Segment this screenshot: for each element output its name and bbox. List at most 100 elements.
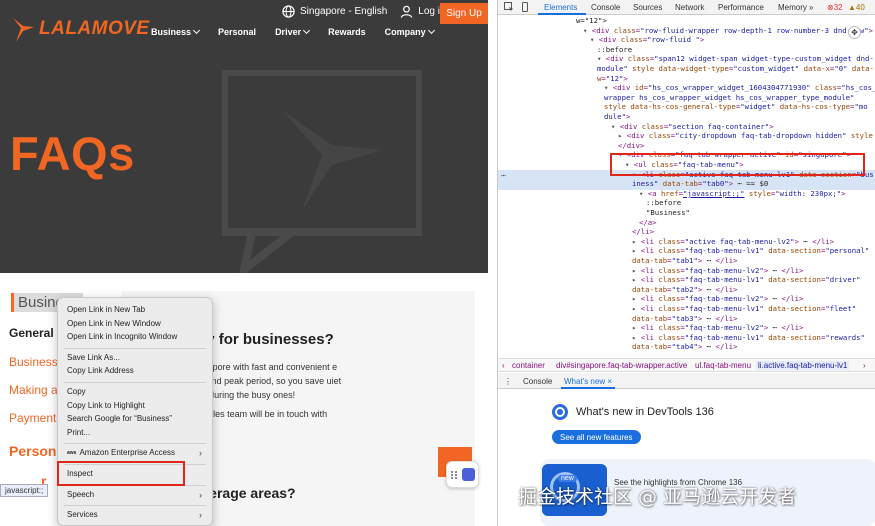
tab-elements[interactable]: Elements bbox=[544, 3, 577, 12]
dom-node-line[interactable]: ::before bbox=[646, 198, 681, 208]
extension-widget[interactable] bbox=[446, 461, 479, 488]
dom-node-line[interactable]: ▸ <li class="faq-tab-menu-lv1" data-sect… bbox=[632, 333, 865, 343]
tab-sources[interactable]: Sources bbox=[633, 3, 662, 12]
collapse-triangle-icon[interactable]: ▸ bbox=[632, 333, 641, 342]
select-element-icon[interactable] bbox=[504, 2, 514, 12]
warning-count-badge[interactable]: ▲40 bbox=[848, 3, 865, 12]
drawer-tab-console[interactable]: Console bbox=[523, 377, 552, 386]
menu-item-open-link-in-new-tab[interactable]: Open Link in New Tab bbox=[67, 305, 145, 314]
dom-node-line[interactable]: data-tab="tab4"> ⋯ </li> bbox=[632, 342, 738, 352]
dom-node-line[interactable]: ▾ <div class="span12 widget-span widget-… bbox=[597, 54, 874, 64]
dom-node-line[interactable]: ▾ <a href="javascript:;" style="width: 2… bbox=[639, 189, 846, 199]
dom-node-line[interactable]: </li> bbox=[632, 227, 654, 237]
collapse-triangle-icon[interactable]: ▸ bbox=[632, 304, 641, 313]
dom-node-line[interactable]: ▸ <li class="faq-tab-menu-lv1" data-sect… bbox=[632, 246, 869, 256]
side-link-general[interactable]: General bbox=[9, 326, 54, 340]
side-link-business[interactable]: Business bbox=[9, 355, 58, 369]
region-selector[interactable]: Singapore - English bbox=[282, 5, 387, 18]
breadcrumb-item[interactable]: div#singapore.faq-tab-wrapper.active bbox=[556, 361, 687, 370]
dom-node-line[interactable]: iness" data-tab="tab0"> ⋯ == $0 bbox=[632, 179, 768, 189]
dom-node-line[interactable]: ▾ <div id="hs_cos_wrapper_widget_1604304… bbox=[604, 83, 875, 93]
menu-item-copy-link-address[interactable]: Copy Link Address bbox=[67, 366, 134, 375]
screenshot-node-icon[interactable]: ✥ bbox=[848, 26, 861, 39]
breadcrumb-item[interactable]: li.active.faq-tab-menu-lv1 bbox=[756, 361, 850, 370]
expand-triangle-icon[interactable]: ▾ bbox=[583, 26, 592, 35]
dom-node-line[interactable]: ▸ <li class="faq-tab-menu-lv1" data-sect… bbox=[632, 275, 861, 285]
expand-triangle-icon[interactable]: ▾ bbox=[604, 83, 613, 92]
menu-item-amazon-enterprise-access[interactable]: aws Amazon Enterprise Access bbox=[67, 448, 175, 457]
dom-node-line[interactable]: ▾ <div class="row-fluid "> bbox=[590, 35, 704, 45]
nav-business[interactable]: Business bbox=[151, 26, 201, 37]
collapse-triangle-icon[interactable]: ▸ bbox=[632, 323, 641, 332]
dom-node-line[interactable]: </a> bbox=[639, 218, 657, 228]
nav-rewards[interactable]: Rewards bbox=[328, 27, 366, 37]
expand-triangle-icon[interactable]: ▾ bbox=[597, 54, 606, 63]
drawer-tab-whats-new[interactable]: What's new × bbox=[564, 377, 612, 386]
side-link-payment[interactable]: Payment bbox=[9, 411, 56, 425]
tab-console[interactable]: Console bbox=[591, 3, 620, 12]
dom-node-line[interactable]: ▸ <div class="city-dropdown faq-tab-drop… bbox=[618, 131, 873, 141]
dom-node-line[interactable]: ::before bbox=[597, 45, 632, 55]
nav-driver[interactable]: Driver bbox=[275, 26, 311, 37]
breadcrumb-item[interactable]: ul.faq-tab-menu bbox=[695, 361, 751, 370]
menu-item-copy[interactable]: Copy bbox=[67, 387, 86, 396]
dom-node-line[interactable]: ▸ <li class="faq-tab-menu-lv2"> ⋯ </li> bbox=[632, 323, 803, 333]
menu-item-search-google-for-business[interactable]: Search Google for “Business” bbox=[67, 414, 172, 423]
dom-node-line[interactable]: data-tab="tab2"> ⋯ </li> bbox=[632, 285, 738, 295]
nav-company[interactable]: Company bbox=[385, 26, 435, 37]
collapse-triangle-icon[interactable]: ▸ bbox=[632, 237, 641, 246]
menu-item-speech[interactable]: Speech bbox=[67, 490, 94, 499]
dom-node-line[interactable]: ▾ <div class="section faq-container"> bbox=[611, 122, 774, 132]
drag-handle-icon[interactable] bbox=[450, 470, 458, 479]
expand-triangle-icon[interactable]: ▾ bbox=[590, 35, 599, 44]
expand-triangle-icon[interactable]: ▾ bbox=[639, 189, 648, 198]
nav-personal[interactable]: Personal bbox=[218, 27, 256, 37]
signup-button[interactable]: Sign Up bbox=[440, 3, 488, 24]
close-icon[interactable]: × bbox=[607, 377, 612, 386]
dom-node-line[interactable]: data-tab="tab3"> ⋯ </li> bbox=[632, 314, 738, 324]
tab-memory[interactable]: Memory bbox=[778, 3, 807, 12]
collapse-triangle-icon[interactable]: ▸ bbox=[632, 266, 641, 275]
dom-node-line[interactable]: "Business" bbox=[646, 208, 690, 218]
expand-triangle-icon[interactable]: ▾ bbox=[611, 122, 620, 131]
dom-node-line[interactable]: data-tab="tab1"> ⋯ </li> bbox=[632, 256, 738, 266]
device-toolbar-icon[interactable] bbox=[520, 2, 530, 12]
breadcrumb-item[interactable]: container bbox=[512, 361, 545, 370]
dom-node-text: w="12"> bbox=[576, 16, 607, 25]
dom-node-line[interactable]: ▸ <li class="faq-tab-menu-lv2"> ⋯ </li> bbox=[632, 266, 803, 276]
dom-node-line[interactable]: ▾ <div class="row-fluid-wrapper row-dept… bbox=[583, 26, 873, 36]
login-link[interactable]: Log in bbox=[400, 5, 446, 18]
see-all-features-button[interactable]: See all new features bbox=[552, 430, 641, 444]
dom-node-line[interactable]: </div> bbox=[618, 141, 644, 151]
collapse-triangle-icon[interactable]: ▸ bbox=[632, 246, 641, 255]
breadcrumb-right-icon[interactable]: › bbox=[863, 361, 866, 370]
tab-performance[interactable]: Performance bbox=[718, 3, 764, 12]
side-link-making[interactable]: Making a bbox=[9, 383, 58, 397]
dom-node-line[interactable]: module" style data-widget-type="custom_w… bbox=[597, 64, 874, 74]
collapse-triangle-icon[interactable]: ▸ bbox=[632, 294, 641, 303]
lalamove-logo[interactable]: LALAMOVE bbox=[10, 14, 150, 44]
dom-node-line[interactable]: style data-hs-cos-general-type="widget" … bbox=[604, 102, 868, 112]
node-actions-icon[interactable]: ⋯ bbox=[501, 171, 506, 181]
error-count-badge[interactable]: ⊗32 bbox=[827, 3, 843, 12]
more-tabs-icon[interactable]: » bbox=[809, 3, 813, 12]
dom-node-line[interactable]: w="12"> bbox=[597, 74, 628, 84]
tab-network[interactable]: Network bbox=[675, 3, 704, 12]
menu-item-save-link-as[interactable]: Save Link As... bbox=[67, 353, 120, 362]
menu-item-copy-link-to-highlight[interactable]: Copy Link to Highlight bbox=[67, 401, 145, 410]
menu-item-open-link-in-incognito-window[interactable]: Open Link in Incognito Window bbox=[67, 332, 177, 341]
drawer-menu-icon[interactable]: ⋮ bbox=[504, 377, 512, 386]
menu-item-services[interactable]: Services bbox=[67, 510, 98, 519]
dom-node-line[interactable]: wrapper hs_cos_wrapper_widget hs_cos_wra… bbox=[604, 93, 854, 103]
dom-node-line[interactable]: dule"> bbox=[604, 112, 630, 122]
collapse-triangle-icon[interactable]: ▸ bbox=[632, 275, 641, 284]
menu-item-print[interactable]: Print... bbox=[67, 428, 90, 437]
breadcrumb-left-icon[interactable]: ‹ bbox=[502, 361, 505, 370]
side-link-personal[interactable]: Person bbox=[9, 443, 56, 459]
dom-node-line[interactable]: ▸ <li class="active faq-tab-menu-lv2"> ⋯… bbox=[632, 237, 834, 247]
dom-node-line[interactable]: w="12"> bbox=[576, 16, 607, 26]
dom-node-line[interactable]: ▸ <li class="faq-tab-menu-lv2"> ⋯ </li> bbox=[632, 294, 803, 304]
dom-node-line[interactable]: ▸ <li class="faq-tab-menu-lv1" data-sect… bbox=[632, 304, 856, 314]
menu-item-open-link-in-new-window[interactable]: Open Link in New Window bbox=[67, 319, 161, 328]
collapse-triangle-icon[interactable]: ▸ bbox=[618, 131, 627, 140]
